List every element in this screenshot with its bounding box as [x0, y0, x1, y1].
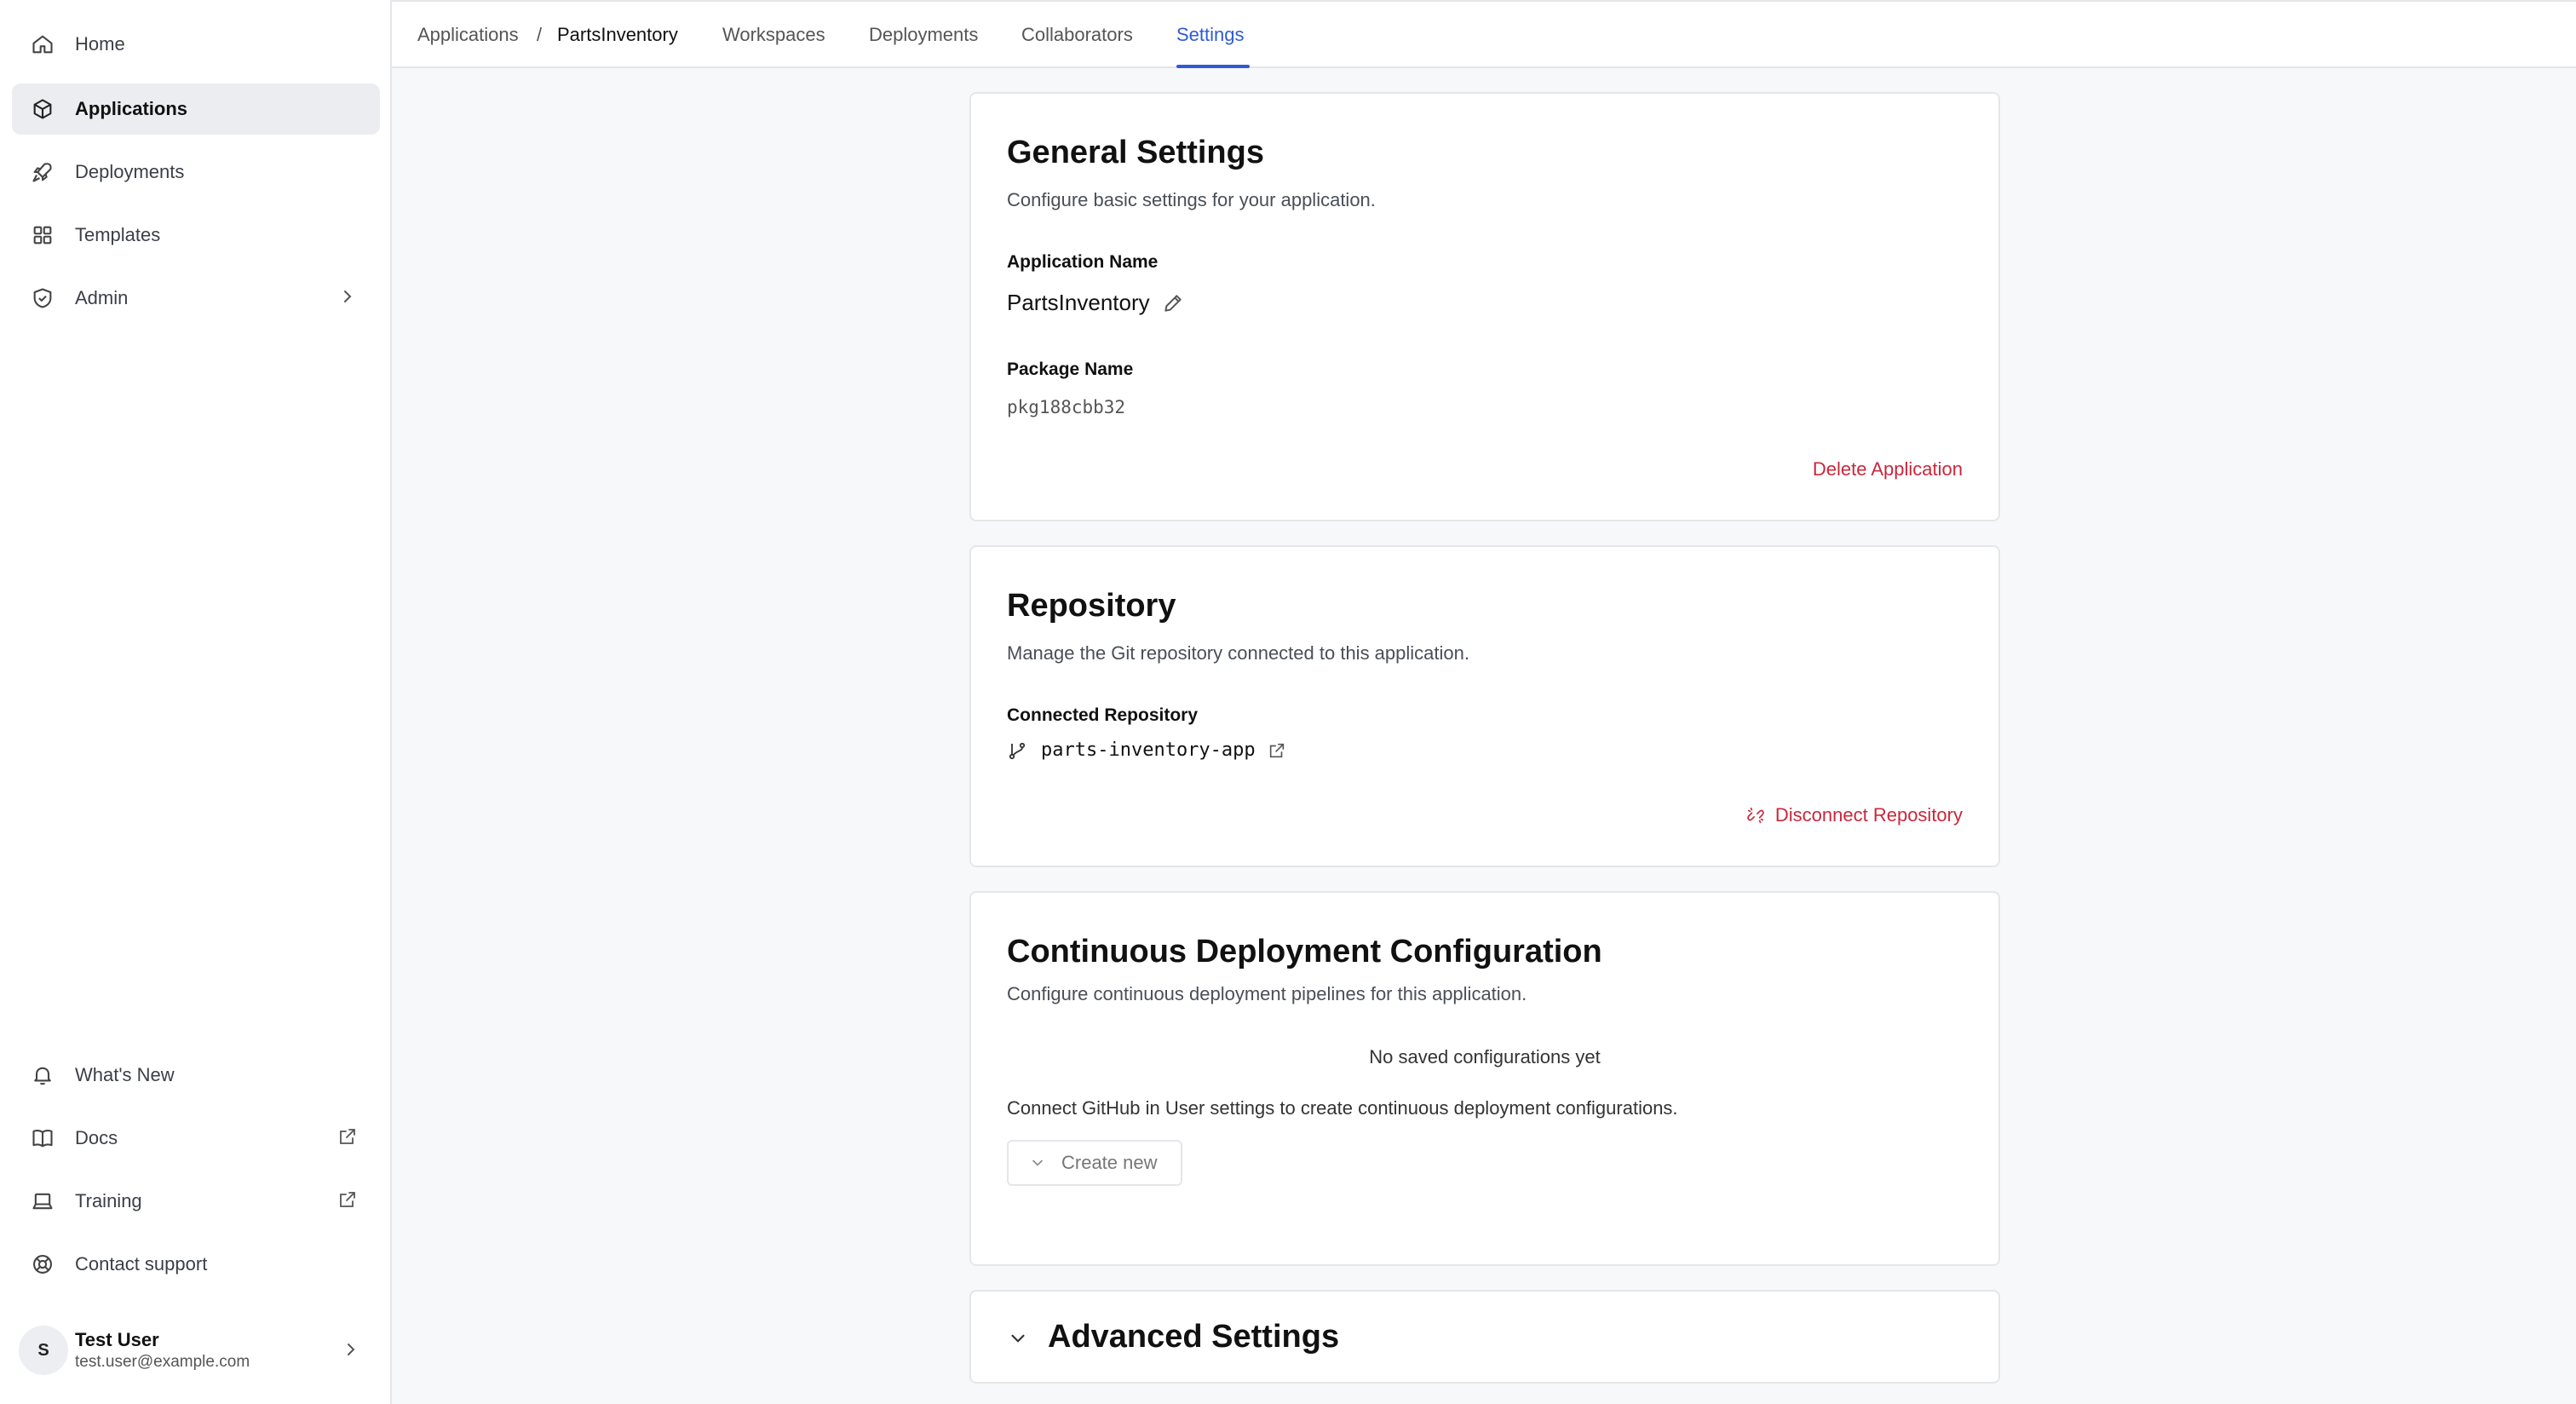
- cd-title: Continuous Deployment Configuration: [1007, 934, 1602, 970]
- chevron-right-icon: [341, 1339, 361, 1360]
- pencil-icon[interactable]: [1162, 292, 1184, 314]
- sidebar-item-admin[interactable]: Admin: [12, 273, 380, 324]
- package-name-value: pkg188cbb32: [1007, 397, 1126, 417]
- general-settings-title: General Settings: [1007, 135, 1264, 170]
- tab-workspaces[interactable]: Workspaces: [722, 24, 825, 46]
- general-settings-card: General Settings Configure basic setting…: [969, 92, 2000, 521]
- unlink-icon: [1746, 806, 1765, 825]
- sidebar-item-label: Applications: [75, 98, 188, 119]
- tab-collaborators[interactable]: Collaborators: [1021, 24, 1133, 46]
- avatar: S: [19, 1326, 68, 1375]
- sidebar-item-applications[interactable]: Applications: [12, 83, 380, 135]
- sidebar-item-label: Training: [75, 1190, 142, 1211]
- tab-settings[interactable]: Settings: [1176, 24, 1245, 46]
- sidebar-item-docs[interactable]: Docs: [12, 1113, 380, 1164]
- user-menu[interactable]: S Test User test.user@example.com: [12, 1321, 380, 1380]
- external-link-icon: [337, 1189, 361, 1213]
- chevron-down-icon: [1029, 1154, 1046, 1171]
- grid-icon: [31, 223, 55, 247]
- sidebar-item-label: Templates: [75, 224, 161, 245]
- repository-title: Repository: [1007, 588, 1176, 624]
- breadcrumb-current: PartsInventory: [557, 24, 678, 45]
- breadcrumb-applications[interactable]: Applications: [417, 24, 519, 46]
- sidebar-item-label: What's New: [75, 1064, 175, 1085]
- breadcrumb-separator: /: [537, 24, 543, 45]
- delete-application-button[interactable]: Delete Application: [1813, 458, 1963, 480]
- tab-deployments[interactable]: Deployments: [869, 24, 978, 46]
- package-name-label: Package Name: [1007, 360, 1134, 379]
- advanced-settings-title: Advanced Settings: [1048, 1319, 1340, 1355]
- git-branch-icon: [1007, 740, 1027, 761]
- sidebar-item-label: Admin: [75, 287, 129, 308]
- sidebar-item-contact-support[interactable]: Contact support: [12, 1239, 380, 1290]
- user-email: test.user@example.com: [75, 1353, 250, 1371]
- cube-icon: [31, 97, 55, 121]
- sidebar-item-templates[interactable]: Templates: [12, 210, 380, 261]
- continuous-deployment-card: Continuous Deployment Configuration Conf…: [969, 891, 2000, 1266]
- sidebar: Home Applications Deployments Templates …: [0, 0, 392, 1404]
- application-name-label: Application Name: [1007, 252, 1159, 272]
- cd-desc: Configure continuous deployment pipeline…: [1007, 983, 1527, 1004]
- chevron-right-icon: [337, 286, 361, 310]
- cd-empty-state: No saved configurations yet: [1369, 1046, 1601, 1067]
- rocket-icon: [31, 160, 55, 184]
- create-new-label: Create new: [1061, 1152, 1158, 1173]
- advanced-settings-card[interactable]: Advanced Settings: [969, 1290, 2000, 1384]
- connected-repository-label: Connected Repository: [1007, 705, 1199, 725]
- external-link-icon[interactable]: [1268, 741, 1286, 760]
- application-name-value: PartsInventory: [1007, 290, 1150, 315]
- cd-hint: Connect GitHub in User settings to creat…: [1007, 1097, 1678, 1119]
- sidebar-item-whats-new[interactable]: What's New: [12, 1050, 380, 1101]
- book-icon: [31, 1126, 55, 1150]
- disconnect-repository-button[interactable]: Disconnect Repository: [1746, 804, 1963, 826]
- repository-desc: Manage the Git repository connected to t…: [1007, 642, 1469, 664]
- lifebuoy-icon: [31, 1252, 55, 1276]
- top-nav: Applications / PartsInventory Workspaces…: [392, 0, 2576, 68]
- repository-name[interactable]: parts-inventory-app: [1041, 739, 1256, 761]
- sidebar-item-training[interactable]: Training: [12, 1176, 380, 1227]
- sidebar-item-home[interactable]: Home: [12, 19, 380, 70]
- active-tab-indicator: [1176, 65, 1250, 68]
- home-icon: [31, 32, 55, 56]
- repository-card: Repository Manage the Git repository con…: [969, 545, 2000, 867]
- delete-application-label: Delete Application: [1812, 458, 1963, 480]
- sidebar-item-deployments[interactable]: Deployments: [12, 147, 380, 198]
- external-link-icon: [337, 1126, 361, 1150]
- create-new-button[interactable]: Create new: [1007, 1140, 1182, 1186]
- general-settings-desc: Configure basic settings for your applic…: [1007, 189, 1376, 210]
- bell-icon: [31, 1063, 55, 1087]
- sidebar-item-label: Deployments: [75, 161, 185, 182]
- user-name: Test User: [75, 1329, 159, 1350]
- chevron-down-icon[interactable]: [1007, 1327, 1029, 1349]
- sidebar-item-label: Home: [75, 33, 125, 55]
- laptop-icon: [31, 1189, 55, 1213]
- sidebar-item-label: Docs: [75, 1127, 118, 1148]
- shield-icon: [31, 286, 55, 310]
- sidebar-item-label: Contact support: [75, 1253, 208, 1275]
- disconnect-repository-label: Disconnect Repository: [1774, 804, 1963, 826]
